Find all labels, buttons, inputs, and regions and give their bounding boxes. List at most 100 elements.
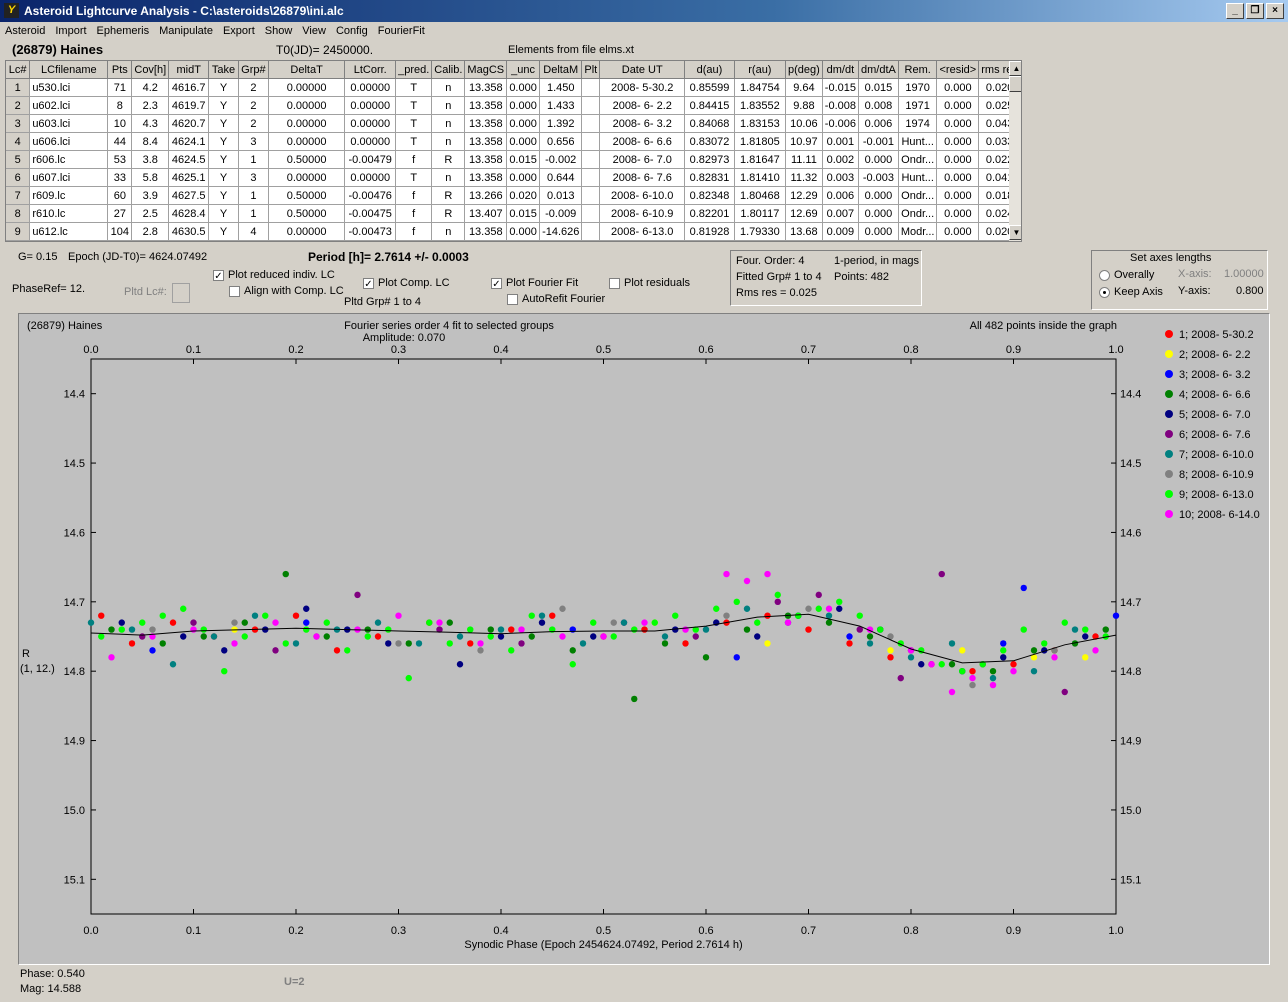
plot-fourier-checkbox[interactable]: ✓ Plot Fourier Fit xyxy=(491,277,578,290)
table-cell[interactable]: 44 xyxy=(107,132,133,151)
table-cell[interactable]: 2.3 xyxy=(131,96,170,115)
table-cell[interactable]: 71 xyxy=(107,78,133,97)
table-cell[interactable]: 2 xyxy=(238,78,269,97)
plot-comp-checkbox[interactable]: ✓ Plot Comp. LC xyxy=(363,277,450,290)
table-cell[interactable]: Hunt... xyxy=(898,168,938,187)
column-header[interactable]: _pred. xyxy=(395,61,433,79)
table-cell[interactable]: 3 xyxy=(238,168,269,187)
table-cell[interactable]: 4.3 xyxy=(131,114,170,133)
column-header[interactable]: LtCorr. xyxy=(344,61,397,79)
table-cell[interactable]: 4.2 xyxy=(131,78,170,97)
table-cell[interactable]: 0.000 xyxy=(858,150,899,169)
table-cell[interactable]: 0.00000 xyxy=(344,96,397,115)
table-cell[interactable]: 2008- 6- 6.6 xyxy=(599,132,686,151)
table-cell[interactable]: Y xyxy=(208,186,239,205)
table-cell[interactable]: 0.000 xyxy=(506,168,541,187)
column-header[interactable]: <resid> xyxy=(936,61,980,79)
overally-radio[interactable]: Overally xyxy=(1099,269,1154,281)
table-cell[interactable]: 60 xyxy=(107,186,133,205)
column-header[interactable]: p(deg) xyxy=(785,61,823,79)
restore-button[interactable]: ❐ xyxy=(1246,3,1264,19)
column-header[interactable]: dm/dtA xyxy=(858,61,899,79)
table-cell[interactable]: 3.8 xyxy=(131,150,170,169)
table-cell[interactable]: 4 xyxy=(238,222,269,241)
table-cell[interactable]: 0.006 xyxy=(822,186,860,205)
table-cell[interactable]: 0.000 xyxy=(936,186,980,205)
table-cell[interactable]: 1.83552 xyxy=(734,96,787,115)
table-cell[interactable]: Y xyxy=(208,150,239,169)
table-row[interactable]: 6 u607.lci 33 5.8 4625.1 Y 3 0.00000 0.00000 Tn 13… xyxy=(6,168,1021,187)
table-cell[interactable]: 1.83153 xyxy=(734,114,787,133)
plot-panel[interactable]: (26879) Haines Fourier series order 4 fit… xyxy=(18,313,1270,965)
table-cell[interactable]: 13.358 xyxy=(464,222,508,241)
table-cell[interactable]: Y xyxy=(208,114,239,133)
table-cell[interactable]: -14.626 xyxy=(539,222,583,241)
table-row[interactable]: 9 u612.lc 104 2.8 4630.5 Y 4 0.00000 -0.00473 f n 1… xyxy=(6,222,1021,241)
table-cell[interactable]: 0.000 xyxy=(858,204,899,223)
column-header[interactable]: r(au) xyxy=(734,61,787,79)
table-cell[interactable]: Y xyxy=(208,204,239,223)
table-cell[interactable]: -0.001 xyxy=(858,132,899,151)
table-cell[interactable]: 13.358 xyxy=(464,114,508,133)
table-cell[interactable]: 53 xyxy=(107,150,133,169)
column-header[interactable]: Grp# xyxy=(238,61,269,79)
table-cell[interactable]: 4616.7 xyxy=(168,78,210,97)
table-cell[interactable]: 2.8 xyxy=(131,222,170,241)
table-cell[interactable]: n xyxy=(431,96,466,115)
table-cell[interactable]: 10.06 xyxy=(785,114,823,133)
table-cell[interactable]: 104 xyxy=(107,222,133,241)
table-cell[interactable] xyxy=(581,150,601,169)
table-cell[interactable] xyxy=(581,78,601,97)
row-number[interactable]: 3 xyxy=(6,114,31,133)
table-cell[interactable]: 9.64 xyxy=(785,78,823,97)
table-cell[interactable]: r610.lc xyxy=(29,204,109,223)
table-cell[interactable]: 0.82201 xyxy=(684,204,735,223)
table-cell[interactable]: 2008- 5-30.2 xyxy=(599,78,686,97)
table-cell[interactable]: 0.00000 xyxy=(268,168,346,187)
table-cell[interactable]: 4624.5 xyxy=(168,150,210,169)
table-cell[interactable]: Hunt... xyxy=(898,132,938,151)
table-cell[interactable]: 13.358 xyxy=(464,168,508,187)
table-cell[interactable]: 13.266 xyxy=(464,186,508,205)
table-row[interactable]: 8 r610.lc 27 2.5 4628.4 Y 1 0.50000 -0.00475 f R 13… xyxy=(6,204,1021,223)
table-cell[interactable]: f xyxy=(395,150,433,169)
row-number[interactable]: 4 xyxy=(6,132,31,151)
lightcurve-table[interactable]: Lc# LCfilename Pts Cov[h] midT Take Grp# DeltaT… xyxy=(5,60,1022,242)
table-cell[interactable]: 0.81928 xyxy=(684,222,735,241)
table-cell[interactable]: Y xyxy=(208,78,239,97)
table-cell[interactable]: 2 xyxy=(238,114,269,133)
table-cell[interactable]: 0.00000 xyxy=(268,132,346,151)
table-cell[interactable]: 10.97 xyxy=(785,132,823,151)
lightcurve-chart[interactable]: (26879) Haines Fourier series order 4 fit… xyxy=(19,314,1269,964)
table-cell[interactable]: 1971 xyxy=(898,96,938,115)
table-cell[interactable]: -0.00479 xyxy=(344,150,397,169)
table-cell[interactable]: T xyxy=(395,132,433,151)
table-cell[interactable]: 0.015 xyxy=(858,78,899,97)
scroll-up-arrow-icon[interactable]: ▲ xyxy=(1009,61,1021,76)
table-cell[interactable]: 1974 xyxy=(898,114,938,133)
column-header[interactable]: Take xyxy=(208,61,239,79)
table-cell[interactable]: 1.81410 xyxy=(734,168,787,187)
autorefit-checkbox[interactable]: AutoRefit Fourier xyxy=(507,293,605,305)
table-cell[interactable]: n xyxy=(431,78,466,97)
table-cell[interactable]: 8 xyxy=(107,96,133,115)
table-cell[interactable]: 1.450 xyxy=(539,78,583,97)
table-cell[interactable]: 0.006 xyxy=(858,114,899,133)
table-cell[interactable]: 0.00000 xyxy=(268,78,346,97)
table-cell[interactable]: R xyxy=(431,204,466,223)
table-cell[interactable]: Y xyxy=(208,132,239,151)
table-row[interactable]: 4 u606.lci 44 8.4 4624.1 Y 3 0.00000 0.00000 Tn 13… xyxy=(6,132,1021,151)
column-header[interactable]: Calib. xyxy=(431,61,466,79)
column-header[interactable]: Plt xyxy=(581,61,601,79)
table-cell[interactable]: 13.358 xyxy=(464,96,508,115)
table-cell[interactable]: Ondr... xyxy=(898,150,938,169)
table-cell[interactable]: 10 xyxy=(107,114,133,133)
y-axis-input[interactable]: 0.800 xyxy=(1236,285,1264,297)
close-button[interactable]: × xyxy=(1266,3,1284,19)
table-cell[interactable]: u607.lci xyxy=(29,168,109,187)
table-cell[interactable]: 0.82831 xyxy=(684,168,735,187)
table-cell[interactable]: 0.000 xyxy=(936,222,980,241)
table-cell[interactable] xyxy=(581,186,601,205)
table-cell[interactable]: 0.000 xyxy=(936,168,980,187)
table-cell[interactable]: 4627.5 xyxy=(168,186,210,205)
